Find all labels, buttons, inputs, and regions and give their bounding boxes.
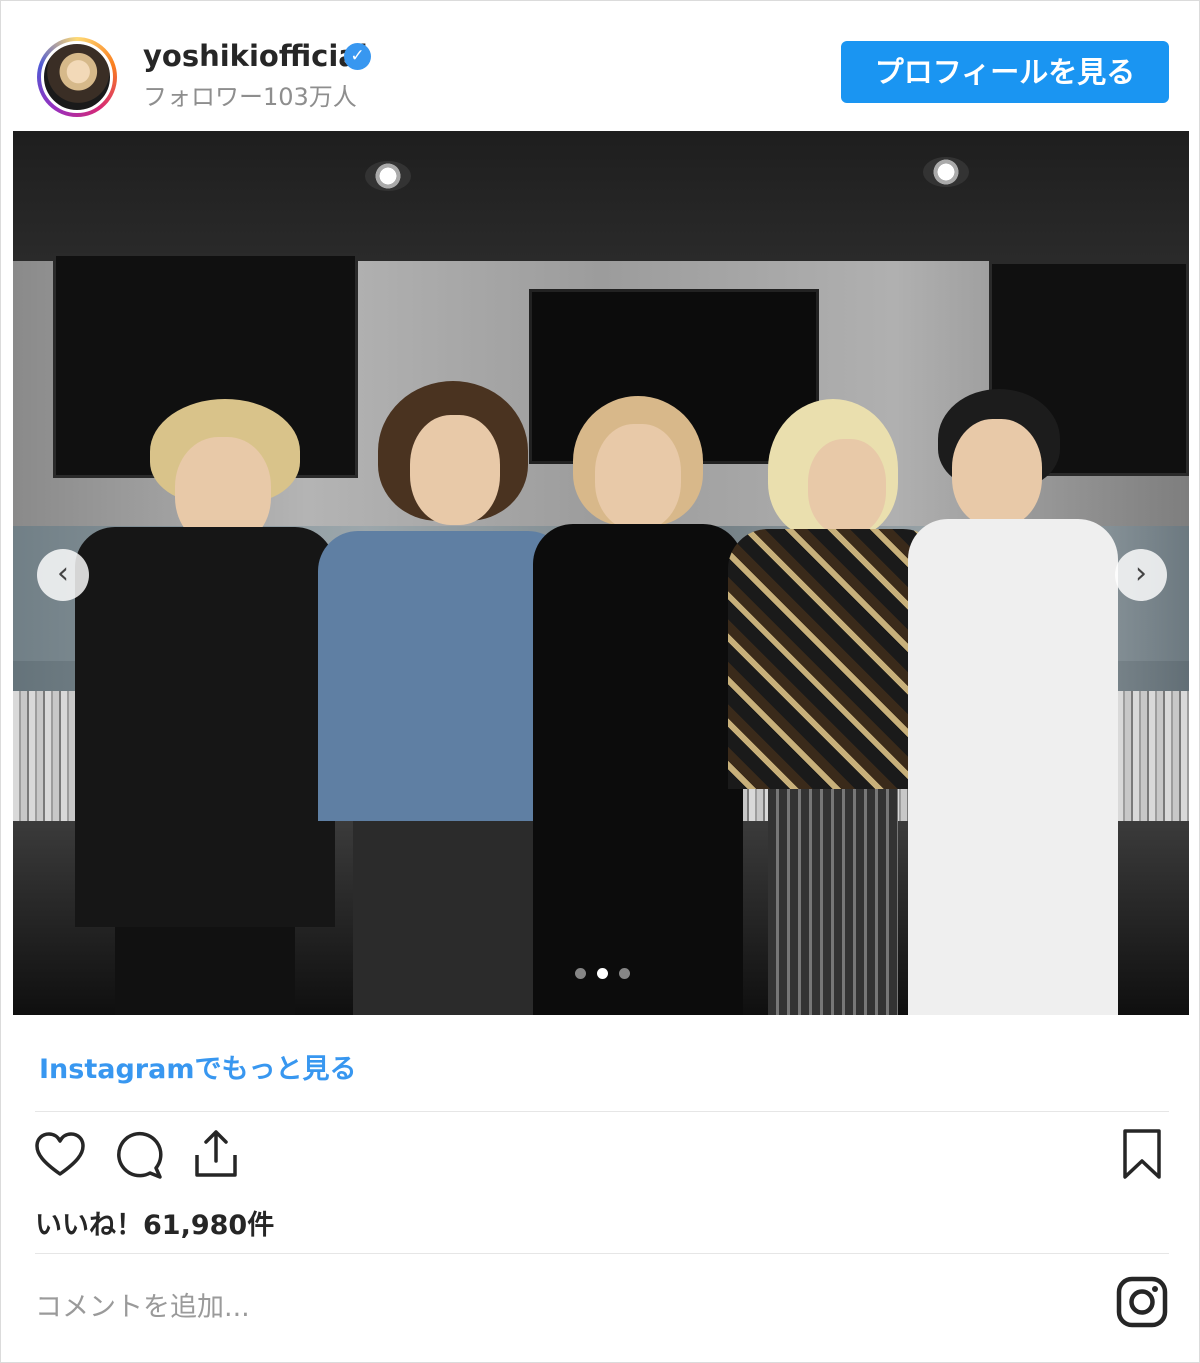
bookmark-icon[interactable] xyxy=(1115,1127,1169,1181)
comment-input[interactable]: コメントを追加... xyxy=(35,1285,250,1324)
ceiling-light xyxy=(923,157,969,187)
divider xyxy=(35,1253,1169,1254)
ceiling-light xyxy=(365,161,411,191)
carousel-dot-active xyxy=(597,968,608,979)
carousel-prev-button[interactable]: ‹ xyxy=(37,549,89,601)
carousel-dot xyxy=(619,968,630,979)
person-face xyxy=(595,424,681,530)
person-face xyxy=(410,415,500,525)
post-photo[interactable]: ‹ › xyxy=(13,131,1189,1015)
verified-badge-icon: ✓ xyxy=(344,43,371,70)
person-face xyxy=(808,439,886,535)
person-jacket xyxy=(318,531,568,821)
instagram-icon[interactable] xyxy=(1115,1275,1169,1329)
person-legs xyxy=(115,927,295,1015)
person-suit xyxy=(533,524,743,1015)
heart-icon[interactable] xyxy=(33,1129,87,1183)
person-legs xyxy=(768,789,898,1015)
instagram-embed-card: yoshikiofficial ✓ フォロワー103万人 プロフィールを見る ‹… xyxy=(0,0,1200,1363)
like-count: いいね！61,980件 xyxy=(35,1210,275,1241)
person-2 xyxy=(318,381,568,1015)
carousel-next-button[interactable]: › xyxy=(1115,549,1167,601)
person-1 xyxy=(75,399,335,1015)
person-legs xyxy=(353,821,533,1015)
post-header: yoshikiofficial ✓ フォロワー103万人 プロフィールを見る xyxy=(1,1,1199,129)
view-more-on-instagram-link[interactable]: Instagramでもっと見る xyxy=(39,1047,356,1086)
share-icon[interactable] xyxy=(189,1127,243,1181)
username[interactable]: yoshikiofficial xyxy=(143,39,368,73)
person-face xyxy=(952,419,1042,527)
person-white-suit xyxy=(908,519,1118,1015)
person-jacket xyxy=(75,527,335,927)
avatar[interactable] xyxy=(37,37,117,117)
person-5 xyxy=(908,389,1118,1015)
avatar-image xyxy=(41,41,113,113)
person-3 xyxy=(533,396,743,1015)
follower-count: フォロワー103万人 xyxy=(143,83,357,111)
divider xyxy=(35,1111,1169,1112)
carousel-indicator xyxy=(573,968,633,980)
photo-ceiling xyxy=(13,131,1189,261)
view-profile-button[interactable]: プロフィールを見る xyxy=(841,41,1169,103)
comment-icon[interactable] xyxy=(112,1129,166,1183)
carousel-dot xyxy=(575,968,586,979)
